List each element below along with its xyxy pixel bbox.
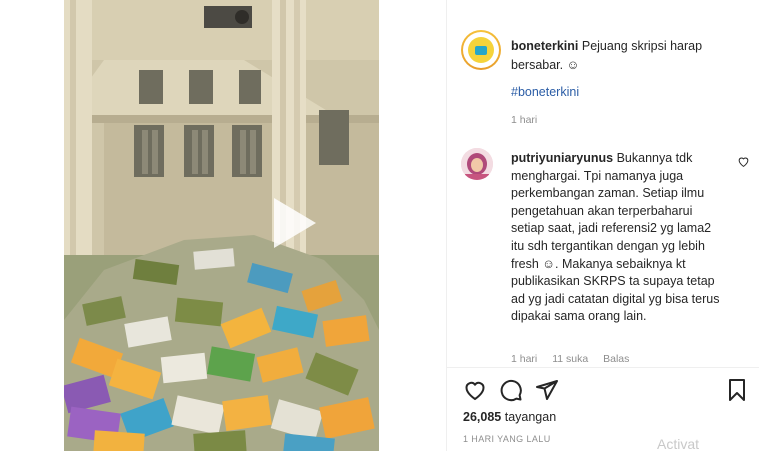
commenter-username[interactable]: putriyuniaryunus <box>511 151 613 165</box>
hashtag-link[interactable]: #boneterkini <box>511 85 579 99</box>
post-date: 1 HARI YANG LALU <box>463 434 551 444</box>
post-time[interactable]: 1 hari <box>511 114 537 126</box>
comment-text: Bukannya tdk menghargai. Tpi namanya jug… <box>511 151 720 324</box>
post-caption: boneterkini Pejuang skripsi harap bersab… <box>511 37 751 75</box>
comment-time[interactable]: 1 hari <box>511 353 537 365</box>
video-frame <box>64 0 379 451</box>
divider <box>447 367 759 368</box>
share-icon[interactable] <box>535 378 559 402</box>
comment-icon[interactable] <box>499 378 523 402</box>
play-icon[interactable] <box>258 192 320 254</box>
comment-likes[interactable]: 11 suka <box>552 353 588 365</box>
avatar-photo <box>461 148 493 180</box>
bookmark-icon[interactable] <box>725 378 749 402</box>
activation-watermark: Activat <box>657 436 700 451</box>
view-count-label: tayangan <box>504 410 557 424</box>
commenter-avatar[interactable] <box>461 148 493 180</box>
comment-body: putriyuniaryunus Bukannya tdk menghargai… <box>511 150 721 326</box>
post-details-panel: boneterkini Pejuang skripsi harap bersab… <box>446 0 759 451</box>
reply-button[interactable]: Balas <box>603 353 629 365</box>
comment-meta: 1 hari 11 suka Balas <box>511 353 641 365</box>
video-player[interactable] <box>64 0 379 451</box>
view-count-number: 26,085 <box>463 410 502 424</box>
view-count[interactable]: 26,085 tayangan <box>463 410 556 424</box>
account-avatar[interactable] <box>461 30 501 70</box>
action-bar <box>463 378 753 404</box>
page-margin <box>0 0 64 451</box>
comment-like-icon[interactable] <box>737 155 750 168</box>
brand-logo <box>468 37 494 63</box>
heart-icon[interactable] <box>463 378 487 402</box>
post-username[interactable]: boneterkini <box>511 39 578 53</box>
